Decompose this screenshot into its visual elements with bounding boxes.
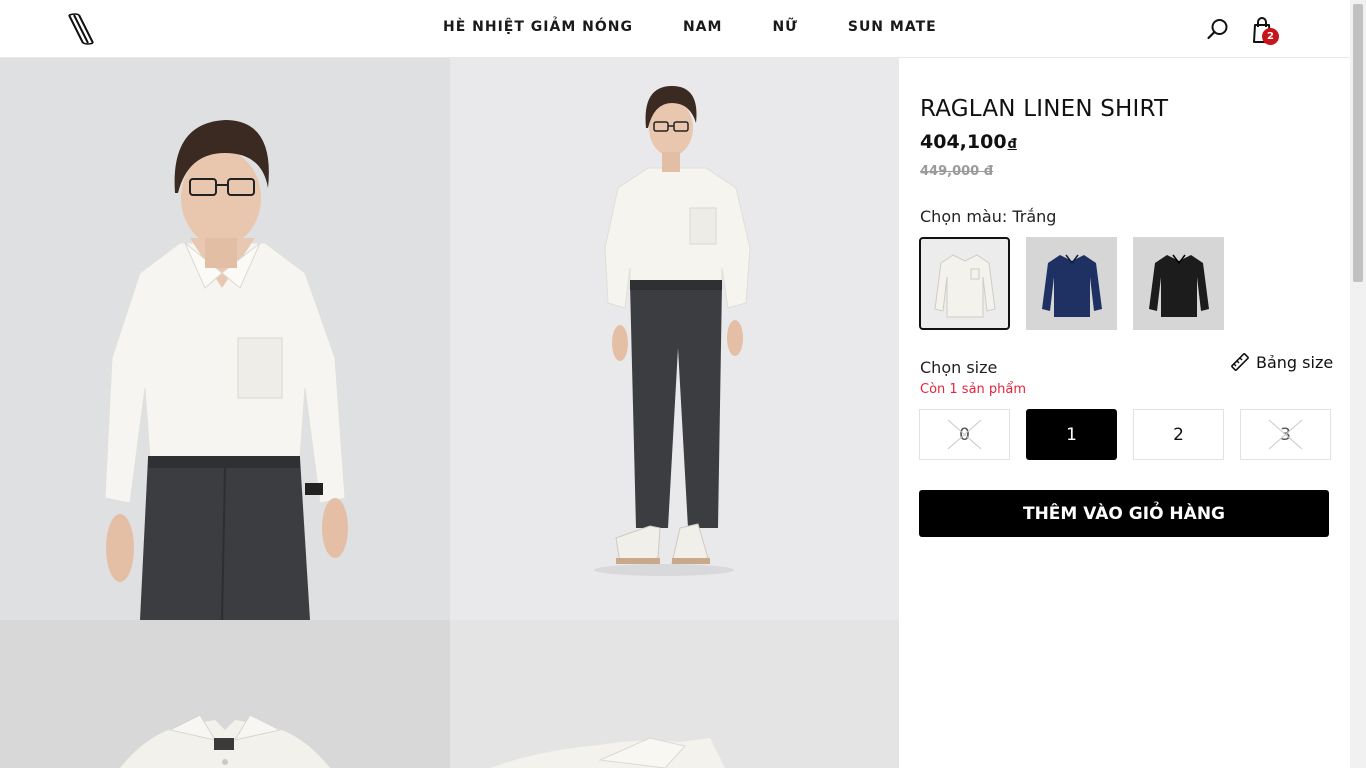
size-option-label: 2 <box>1173 424 1184 445</box>
color-swatches <box>919 237 1224 330</box>
product-photo-4[interactable] <box>450 620 899 768</box>
price-currency: đ <box>1007 137 1017 152</box>
size-option-label: 1 <box>1066 424 1077 445</box>
size-guide-label: Bảng size <box>1256 352 1334 372</box>
size-option-0[interactable]: 0 <box>919 409 1010 460</box>
logo-icon[interactable] <box>66 13 94 45</box>
product-photo-1[interactable] <box>0 58 450 620</box>
nav-item-men[interactable]: NAM <box>683 19 722 35</box>
product-price: 404,100đ <box>920 131 1017 153</box>
cart-count-badge: 2 <box>1262 28 1279 45</box>
nav-item-summer-sale[interactable]: HÈ NHIỆT GIẢM NÓNG <box>443 19 633 35</box>
shirt-thumbnail-white <box>933 253 996 317</box>
shirt-thumbnail-navy <box>1041 254 1102 317</box>
main-nav: HÈ NHIỆT GIẢM NÓNG NAM NỮ SUN MATE <box>443 19 937 35</box>
site-header: HÈ NHIỆT GIẢM NÓNG NAM NỮ SUN MATE 2 <box>0 0 1350 58</box>
size-options: 0 1 2 3 <box>919 409 1331 460</box>
shirt-detail-photo <box>450 620 899 768</box>
size-option-2[interactable]: 2 <box>1133 409 1224 460</box>
nav-item-sun-mate[interactable]: SUN MATE <box>848 19 937 35</box>
color-swatch-navy[interactable] <box>1026 237 1117 330</box>
original-price: 449,000 đ <box>920 164 994 179</box>
price-value: 404,100 <box>920 131 1007 153</box>
page-scrollbar[interactable] <box>1350 0 1366 768</box>
color-selector-label: Chọn màu: Trắng <box>920 207 1057 226</box>
model-photo-front <box>0 58 450 620</box>
unavailable-cross-icon <box>1268 419 1303 450</box>
color-swatch-black[interactable] <box>1133 237 1224 330</box>
add-to-cart-button[interactable]: THÊM VÀO GIỎ HÀNG <box>919 490 1329 537</box>
product-photo-3[interactable] <box>0 620 450 768</box>
stock-notice: Còn 1 sản phẩm <box>920 382 1027 397</box>
shirt-flatlay-photo <box>0 620 450 768</box>
size-selector-label: Chọn size <box>920 358 998 377</box>
shirt-thumbnail-black <box>1148 254 1209 317</box>
ruler-icon <box>1231 353 1249 371</box>
product-title: RAGLAN LINEN SHIRT <box>920 96 1169 122</box>
search-icon[interactable] <box>1206 17 1230 41</box>
size-guide-link[interactable]: Bảng size <box>1230 352 1333 372</box>
size-option-3[interactable]: 3 <box>1240 409 1331 460</box>
nav-item-women[interactable]: NỮ <box>772 19 797 35</box>
size-option-1[interactable]: 1 <box>1026 409 1117 460</box>
cart-button[interactable]: 2 <box>1252 16 1280 45</box>
product-photo-2[interactable] <box>450 58 899 620</box>
scrollbar-thumb[interactable] <box>1353 4 1363 282</box>
color-swatch-white[interactable] <box>919 237 1010 330</box>
unavailable-cross-icon <box>947 419 982 450</box>
model-photo-full <box>450 58 899 620</box>
